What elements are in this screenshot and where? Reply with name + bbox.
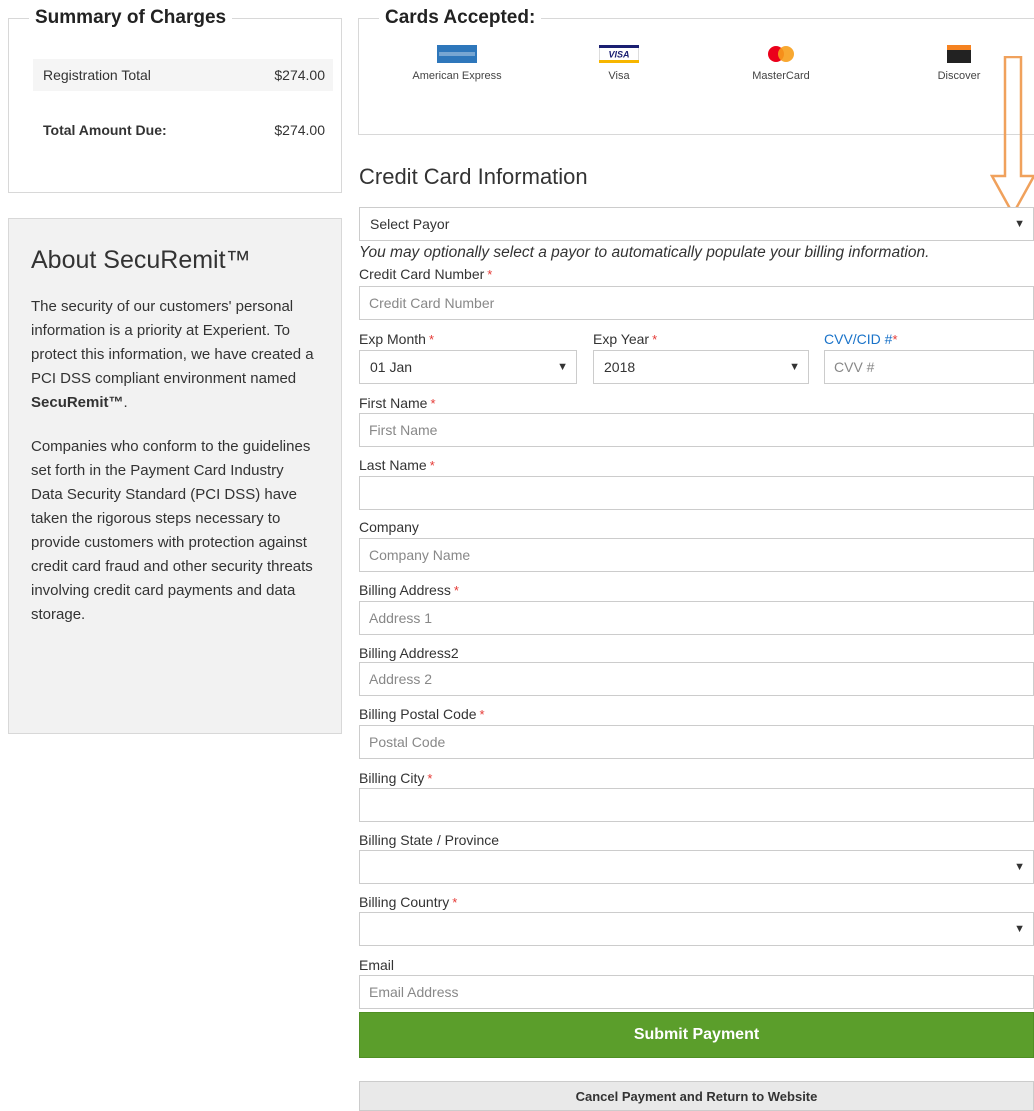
registration-total-value: $274.00 (274, 67, 325, 83)
mastercard-logo-icon (768, 46, 794, 62)
required-asterisk: * (452, 895, 458, 910)
email-label: Email (359, 957, 395, 973)
american-express-logo-icon (437, 45, 477, 63)
select-payor-dropdown[interactable]: Select Payor ▼ (359, 207, 1034, 241)
summary-of-charges-panel: Summary of Charges Registration Total $2… (8, 8, 342, 193)
chevron-down-icon: ▼ (1014, 218, 1025, 230)
summary-title: Summary of Charges (29, 8, 233, 28)
exp-year-value: 2018 (604, 359, 636, 375)
billing-state-label: Billing State / Province (359, 832, 500, 848)
select-payor-value: Select Payor (370, 216, 450, 232)
billing-address-input[interactable] (359, 601, 1034, 635)
credit-card-info-title: Credit Card Information (359, 164, 588, 189)
required-asterisk: * (428, 332, 434, 347)
cvv-input[interactable] (824, 350, 1034, 384)
required-asterisk: * (453, 583, 459, 598)
cvv-label: CVV/CID #* (824, 331, 898, 348)
total-amount-due-label: Total Amount Due: (43, 122, 167, 138)
required-asterisk: * (429, 458, 435, 473)
about-title: About SecuRemit™ (31, 246, 251, 274)
total-amount-due-value: $274.00 (274, 122, 325, 138)
billing-state-select[interactable]: ▼ (359, 850, 1034, 884)
required-asterisk: * (479, 707, 485, 722)
mastercard-label: MasterCard (752, 70, 810, 82)
exp-month-label: Exp Month * (359, 331, 434, 347)
company-label: Company (359, 519, 419, 535)
email-input[interactable] (359, 975, 1034, 1009)
chevron-down-icon: ▼ (1014, 923, 1025, 935)
billing-postal-code-label: Billing Postal Code * (359, 706, 485, 722)
required-asterisk: * (892, 332, 898, 347)
required-asterisk: * (430, 396, 436, 411)
required-asterisk: * (652, 332, 658, 347)
billing-address-label: Billing Address * (359, 582, 459, 598)
exp-month-select[interactable]: 01 Jan ▼ (359, 350, 577, 384)
securemit-bold: SecuRemit™ (31, 394, 124, 411)
submit-payment-button[interactable]: Submit Payment (359, 1012, 1034, 1058)
chevron-down-icon: ▼ (557, 361, 568, 373)
chevron-down-icon: ▼ (789, 361, 800, 373)
first-name-input[interactable] (359, 413, 1034, 447)
billing-city-input[interactable] (359, 788, 1034, 822)
american-express-label: American Express (412, 70, 502, 82)
card-number-input[interactable] (359, 286, 1034, 320)
total-amount-due-row: Total Amount Due: $274.00 (33, 114, 333, 146)
visa-logo-icon: VISA (598, 44, 640, 64)
cvv-help-link[interactable]: CVV/CID # (824, 331, 892, 347)
last-name-label: Last Name * (359, 457, 435, 473)
about-securemit-panel: About SecuRemit™ The security of our cus… (8, 218, 342, 734)
first-name-label: First Name * (359, 395, 436, 411)
cards-accepted-title: Cards Accepted: (379, 8, 542, 28)
billing-country-label: Billing Country * (359, 894, 458, 910)
billing-postal-code-input[interactable] (359, 725, 1034, 759)
last-name-input[interactable] (359, 476, 1034, 510)
required-asterisk: * (487, 267, 493, 282)
billing-address2-input[interactable] (359, 662, 1034, 696)
card-number-label: Credit Card Number * (359, 266, 493, 282)
billing-country-select[interactable]: ▼ (359, 912, 1034, 946)
required-asterisk: * (427, 771, 433, 786)
payor-hint: You may optionally select a payor to aut… (359, 244, 930, 261)
cancel-payment-button[interactable]: Cancel Payment and Return to Website (359, 1081, 1034, 1111)
company-input[interactable] (359, 538, 1034, 572)
cards-accepted-panel: Cards Accepted: American Express VISA Vi… (358, 8, 1034, 135)
about-paragraph-1: The security of our customers' personal … (31, 298, 314, 411)
exp-year-select[interactable]: 2018 ▼ (593, 350, 809, 384)
about-paragraph-2: Companies who conform to the guidelines … (31, 438, 313, 623)
registration-total-row: Registration Total $274.00 (33, 59, 333, 91)
discover-logo-icon (947, 45, 971, 63)
exp-month-value: 01 Jan (370, 359, 413, 375)
visa-label: Visa (608, 70, 630, 82)
annotation-arrow-down-icon (990, 56, 1034, 216)
svg-text:VISA: VISA (608, 50, 629, 60)
card-visa: VISA Visa (549, 44, 689, 82)
card-mastercard: MasterCard (711, 45, 851, 82)
registration-total-label: Registration Total (43, 67, 151, 83)
chevron-down-icon: ▼ (1014, 861, 1025, 873)
billing-city-label: Billing City * (359, 770, 433, 786)
billing-address2-label: Billing Address2 (359, 645, 459, 661)
exp-year-label: Exp Year * (593, 331, 658, 347)
card-american-express: American Express (387, 45, 527, 82)
